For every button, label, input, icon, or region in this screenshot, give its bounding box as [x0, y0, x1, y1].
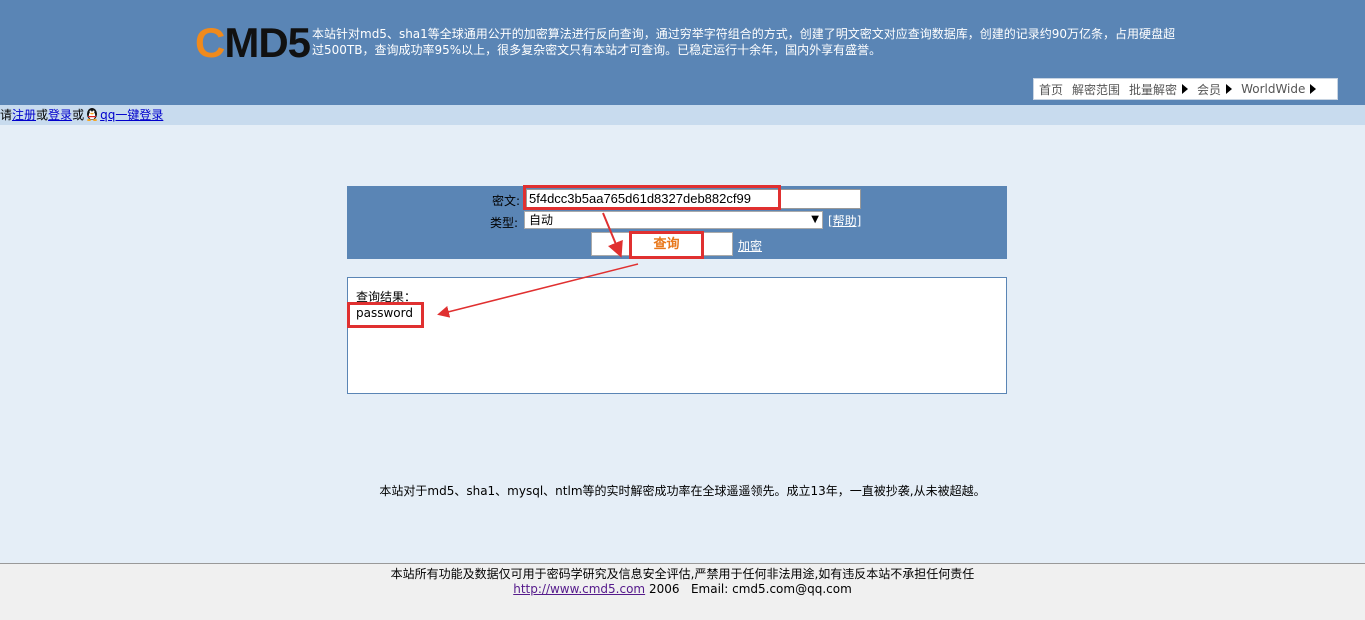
submenu-arrow-icon — [1182, 84, 1189, 94]
qq-penguin-icon — [87, 108, 98, 121]
encrypt-link[interactable]: 加密 — [738, 237, 762, 254]
qq-login-link[interactable]: qq一键登录 — [100, 108, 163, 122]
submenu-arrow-icon — [1310, 84, 1317, 94]
footer: 本站所有功能及数据仅可用于密码学研究及信息安全评估,严禁用于任何非法用途,如有违… — [0, 563, 1365, 620]
cipher-highlight — [523, 185, 781, 210]
result-box — [347, 277, 1007, 394]
register-link[interactable]: 注册 — [12, 108, 36, 122]
type-select-value: 自动 — [529, 213, 554, 227]
claim-text: 本站对于md5、sha1、mysql、ntlm等的实时解密成功率在全球遥遥领先。… — [379, 484, 986, 498]
type-label: 类型: — [490, 216, 519, 230]
nav-item-decrypt-range[interactable]: 解密范围 — [1072, 81, 1120, 98]
query-button[interactable]: 查询 — [629, 231, 704, 259]
nav-item-batch-decrypt[interactable]: 批量解密 — [1129, 81, 1189, 98]
top-nav: 首页 解密范围 批量解密 会员 WorldWide — [1033, 78, 1338, 100]
type-select[interactable]: 自动 ▼ — [524, 211, 823, 229]
site-intro: 本站针对md5、sha1等全球通用公开的加密算法进行反向查询，通过穷举字符组合的… — [312, 27, 1176, 57]
nav-item-member[interactable]: 会员 — [1197, 81, 1233, 98]
disclaimer: 本站所有功能及数据仅可用于密码学研究及信息安全评估,严禁用于任何非法用途,如有违… — [390, 567, 975, 581]
footer-year: 2006 — [648, 582, 680, 596]
submenu-arrow-icon — [1226, 84, 1233, 94]
help-link[interactable]: [帮助] — [828, 212, 861, 229]
nav-item-worldwide[interactable]: WorldWide — [1241, 82, 1317, 96]
footer-email: Email: cmd5.com@qq.com — [690, 582, 852, 596]
login-prefix: 请 — [0, 108, 13, 122]
cipher-label: 密文: — [492, 194, 521, 208]
site-url-link[interactable]: http://www.cmd5.com — [513, 582, 645, 596]
dropdown-arrow-icon: ▼ — [811, 214, 819, 225]
footer-contact: http://www.cmd5.com 2006 Email: cmd5.com… — [0, 582, 1365, 597]
login-bar: 请注册或登录或 qq一键登录 — [0, 105, 1365, 125]
cmd5-logo[interactable]: CMD5 — [195, 22, 311, 64]
or-text: 或 — [36, 108, 49, 122]
login-link[interactable]: 登录 — [48, 108, 72, 122]
or-text: 或 — [72, 108, 85, 122]
nav-item-home[interactable]: 首页 — [1039, 81, 1063, 98]
result-highlight — [347, 302, 424, 328]
